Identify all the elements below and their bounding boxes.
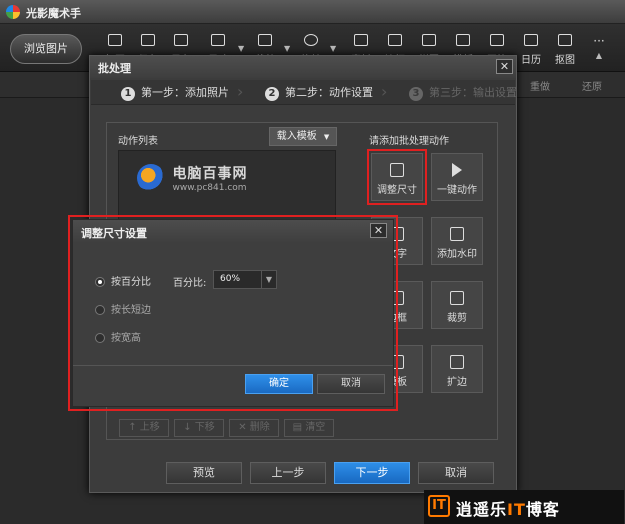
step-2: 2 第二步：动作设置: [265, 84, 373, 101]
action-crop-button[interactable]: 裁剪: [431, 281, 483, 329]
next-step-button[interactable]: 下一步: [334, 462, 410, 484]
radio-unselected-icon: [95, 305, 105, 315]
rotate-icon: [304, 34, 318, 46]
chevron-right-icon: ›: [381, 82, 388, 101]
percent-select[interactable]: 60% ▼: [213, 270, 277, 289]
brush-icon: [490, 34, 504, 46]
step-indicator: 1 第一步：添加照片 › 2 第二步：动作设置 › 3 第三步：输出设置: [91, 80, 517, 105]
chevron-down-icon: ▼: [261, 271, 276, 288]
ok-button[interactable]: 确定: [245, 374, 313, 394]
action-list-label: 动作列表: [118, 136, 158, 147]
toolbar-calendar-button[interactable]: 日历: [516, 32, 546, 68]
redo-button[interactable]: 重做: [530, 78, 550, 93]
radio-unselected-icon: [95, 333, 105, 343]
step-3: 3 第三步：输出设置: [409, 84, 517, 101]
template-icon: [456, 34, 470, 46]
save-as-icon: [174, 34, 188, 46]
watermark-logo-icon: [137, 164, 165, 192]
step-1: 1 第一步：添加照片: [121, 84, 229, 101]
app-logo-icon: [6, 5, 20, 19]
close-icon[interactable]: ✕: [370, 223, 387, 238]
open-icon: [108, 34, 122, 46]
load-template-dropdown[interactable]: 载入模板 ▼: [269, 127, 337, 146]
crop-icon: [450, 291, 464, 305]
action-one-click-button[interactable]: 一键动作: [431, 153, 483, 201]
close-icon[interactable]: ✕: [496, 59, 513, 74]
chevron-down-icon: ▲: [595, 51, 603, 60]
resize-icon: [211, 34, 225, 46]
radio-by-percent[interactable]: 按百分比: [95, 273, 151, 288]
crop-icon: [258, 34, 272, 46]
chevron-down-icon[interactable]: ▼: [284, 44, 290, 53]
expand-icon: [450, 355, 464, 369]
divider: [73, 365, 393, 366]
site-logo: IT 逍遥乐IT博客: [424, 490, 624, 524]
move-down-button[interactable]: ↓ 下移: [174, 419, 224, 437]
preview-button[interactable]: 预览: [166, 462, 242, 484]
toolbar-cutout-button[interactable]: 抠图: [550, 32, 580, 68]
site-watermark: 电脑百事网 www.pc841.com: [137, 163, 248, 193]
chevron-down-icon[interactable]: ▼: [330, 44, 336, 53]
action-expand-button[interactable]: 扩边: [431, 345, 483, 393]
resize-dialog-titlebar: 调整尺寸设置 ✕: [73, 220, 393, 242]
resize-icon: [390, 163, 404, 177]
cancel-button[interactable]: 取消: [317, 374, 385, 394]
site-logo-icon: IT: [428, 495, 450, 517]
watermark-icon: [450, 227, 464, 241]
toolbar-more-button[interactable]: ··· ▲: [584, 32, 614, 68]
action-watermark-button[interactable]: 添加水印: [431, 217, 483, 265]
chevron-down-icon[interactable]: ▼: [238, 44, 244, 53]
calendar-icon: [524, 34, 538, 46]
clear-button[interactable]: ▤ 清空: [284, 419, 334, 437]
delete-button[interactable]: ✕ 删除: [229, 419, 279, 437]
app-titlebar: 光影魔术手: [0, 0, 625, 24]
previous-step-button[interactable]: 上一步: [250, 462, 326, 484]
browse-images-button[interactable]: 浏览图片: [10, 34, 82, 64]
sticker-icon: [354, 34, 368, 46]
chevron-down-icon: ▼: [323, 133, 330, 141]
resize-settings-dialog: 调整尺寸设置 ✕ 按百分比 百分比: 60% ▼ 按长短边 按宽高 确定 取消: [68, 215, 398, 411]
batch-cancel-button[interactable]: 取消: [418, 462, 494, 484]
save-icon: [141, 34, 155, 46]
radio-by-long-short-edge[interactable]: 按长短边: [95, 301, 151, 316]
resize-dialog-title: 调整尺寸设置: [81, 227, 147, 240]
restore-button[interactable]: 还原: [582, 78, 602, 93]
radio-by-width-height[interactable]: 按宽高: [95, 329, 141, 344]
play-icon: [452, 163, 462, 177]
app-title: 光影魔术手: [26, 7, 81, 20]
batch-dialog-title: 批处理: [98, 62, 131, 75]
batch-dialog-titlebar: 批处理 ✕: [90, 56, 516, 78]
action-resize-button[interactable]: 调整尺寸: [367, 149, 427, 205]
frame-icon: [388, 34, 402, 46]
cutout-icon: [558, 34, 572, 46]
percent-label: 百分比:: [173, 278, 207, 289]
move-up-button[interactable]: ↑ 上移: [119, 419, 169, 437]
collage-icon: [422, 34, 436, 46]
add-action-label: 请添加批处理动作: [369, 136, 449, 147]
radio-selected-icon: [95, 277, 105, 287]
chevron-right-icon: ›: [237, 82, 244, 101]
